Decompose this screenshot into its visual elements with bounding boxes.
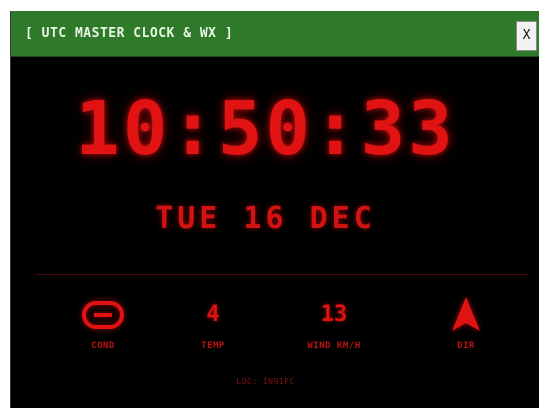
window-title: [ UTC MASTER CLOCK & WX ] (25, 26, 234, 41)
clock-time: 10:50:33 (75, 86, 456, 172)
wx-direction: DIR (416, 295, 516, 351)
clock-window: [ UTC MASTER CLOCK & WX ] X 10:50:33 TUE… (10, 11, 539, 408)
title-bar[interactable]: [ UTC MASTER CLOCK & WX ] X (11, 11, 539, 57)
wx-wind: 13 WIND KM/H (284, 295, 384, 351)
wx-condition-label: COND (91, 341, 115, 351)
wx-temperature: 4 TEMP (163, 295, 263, 351)
location-code: LOC: IN91FC (236, 377, 295, 386)
wx-condition: COND (53, 295, 153, 351)
cloud-icon (53, 295, 153, 335)
clock-date: TUE 16 DEC (155, 201, 376, 236)
wx-wind-label: WIND KM/H (307, 341, 361, 351)
wx-wind-value: 13 (320, 302, 348, 327)
close-button[interactable]: X (516, 21, 537, 51)
divider (35, 274, 529, 275)
wx-direction-label: DIR (457, 341, 475, 351)
wx-temperature-label: TEMP (201, 341, 225, 351)
arrow-up-icon (416, 295, 516, 335)
wx-temperature-value: 4 (206, 302, 220, 327)
